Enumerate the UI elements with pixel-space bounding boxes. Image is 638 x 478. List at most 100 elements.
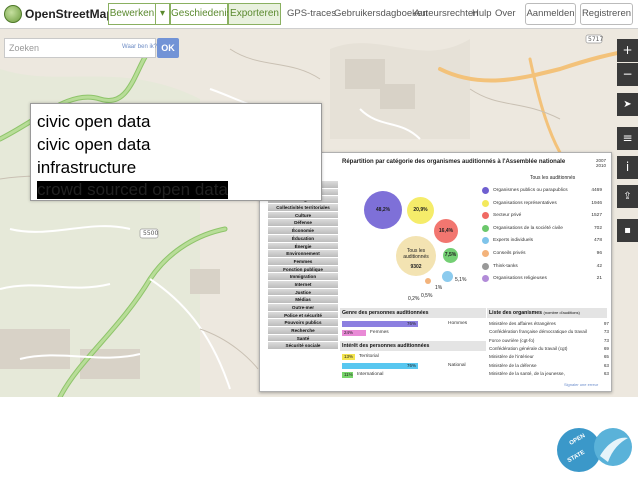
bubble-public[interactable]: 48,2% xyxy=(364,191,402,229)
legend-count: 96 xyxy=(596,251,602,256)
org-row[interactable]: Force ouvrière (cgt-fo) 73 xyxy=(489,337,609,344)
bar[interactable]: 24% xyxy=(342,330,366,336)
sidebar-item[interactable]: Pouvoirs publics xyxy=(268,319,338,328)
theme-sidebar: développementet combattantsBudgetCollect… xyxy=(268,181,338,351)
edit-button[interactable]: Bewerken xyxy=(108,3,156,25)
export-button[interactable]: Exporteren xyxy=(228,3,281,25)
bar[interactable]: 76% xyxy=(342,363,418,369)
history-button[interactable]: Geschiedenis xyxy=(170,3,232,25)
nav-gps-traces[interactable]: GPS-traces xyxy=(287,8,336,19)
sidebar-item[interactable]: Économie xyxy=(268,227,338,235)
org-row[interactable]: Ministère de la santé, de la jeunesse, 63 xyxy=(489,370,609,377)
sidebar-item[interactable]: Éducation xyxy=(268,234,338,243)
sidebar-item[interactable]: Médias xyxy=(268,296,338,304)
legend-label: Experts individuels xyxy=(493,238,533,244)
sidebar-item[interactable]: Culture xyxy=(268,211,338,220)
bubble-private[interactable]: 16,4% xyxy=(434,219,458,243)
osm-logo-icon[interactable] xyxy=(4,5,22,23)
nav-copyright[interactable]: Auteursrechten xyxy=(414,8,478,19)
sidebar-item[interactable]: Femmes xyxy=(268,257,338,266)
logo-text-open: OPEN xyxy=(568,433,587,447)
legend-dot-icon xyxy=(482,250,489,257)
bubble-total[interactable]: Tous les auditionnés 9302 xyxy=(396,236,436,276)
layers-icon[interactable]: ≡ xyxy=(617,127,638,150)
bubble-civil[interactable]: 7,5% xyxy=(443,248,458,263)
bar[interactable]: 76% xyxy=(342,321,418,327)
share-icon[interactable]: ⇪ xyxy=(617,185,638,208)
bubble-total-label: Tous les auditionnés xyxy=(403,248,429,260)
sidebar-item[interactable]: Police et sécurité xyxy=(268,311,338,320)
sidebar-item[interactable]: Recherche xyxy=(268,327,338,335)
route-label: 5500 xyxy=(143,230,159,237)
legend-count: 478 xyxy=(593,238,602,244)
sidebar-item[interactable]: Défense xyxy=(268,219,338,228)
gender-heading: Genre des personnes auditionnées xyxy=(340,308,486,318)
org-row[interactable]: Confédération française démocratique du … xyxy=(489,329,609,335)
logo-text-state: STATE xyxy=(566,449,587,465)
legend-label: Organisations de la société civile xyxy=(493,225,563,231)
sidebar-item[interactable]: Immigration xyxy=(268,273,338,281)
sidebar-item[interactable]: Internet xyxy=(268,280,338,289)
legend-dot-icon xyxy=(482,237,489,245)
bar-label: Hommes xyxy=(448,321,468,326)
sidebar-item[interactable]: Énergie xyxy=(268,242,338,251)
org-name: Ministère de la défense xyxy=(489,362,537,368)
osm-header: OpenStreetMap Bewerken ▾ Geschiedenis Ex… xyxy=(0,0,638,29)
sidebar-item[interactable]: Santé xyxy=(268,334,338,343)
legend-label: Organisations religieuses xyxy=(493,276,547,282)
org-count: 73 xyxy=(603,329,609,335)
sidebar-item[interactable]: Collectivités territoriales xyxy=(268,204,338,212)
bar-percent: 76% xyxy=(406,321,416,326)
legend-dot-icon xyxy=(482,224,489,232)
legend-dot-icon xyxy=(482,262,489,270)
caption-line-1: civic open data xyxy=(37,112,151,131)
zoom-out-icon[interactable]: − xyxy=(617,63,638,86)
org-name: Ministère des affaires étrangères xyxy=(489,321,556,326)
bubble-experts[interactable] xyxy=(442,271,453,282)
caption-line-2: civic open data xyxy=(37,135,151,154)
edit-dropdown-button[interactable]: ▾ xyxy=(156,3,170,25)
login-button[interactable]: Aanmelden xyxy=(525,3,576,25)
note-icon[interactable]: ▪ xyxy=(617,219,638,242)
bubble-total-value: 9302 xyxy=(410,264,422,270)
info-icon[interactable]: i xyxy=(617,156,638,179)
legend-count: 21 xyxy=(596,276,602,282)
org-name: Force ouvrière (cgt-fo) xyxy=(489,337,535,343)
org-row[interactable]: Confédération générale du travail (cgt) 6… xyxy=(489,346,609,352)
bubble-councils-label: 1% xyxy=(435,285,443,291)
sidebar-item[interactable]: Sécurité sociale xyxy=(268,342,338,351)
nav-about[interactable]: Over xyxy=(495,8,516,19)
locate-icon[interactable]: ➤ xyxy=(617,93,638,116)
legend-title: Tous les auditionnés xyxy=(530,175,576,181)
bar[interactable]: 11% xyxy=(342,372,353,378)
bubble-thinktank-label: 0,5% xyxy=(421,293,433,299)
open-state-logo-mark xyxy=(594,428,632,466)
sidebar-item[interactable]: Justice xyxy=(268,288,338,297)
org-name: Ministère de la santé, de la jeunesse, xyxy=(489,370,565,376)
where-am-i-link[interactable]: Waar ben ik? xyxy=(122,44,157,50)
org-row[interactable]: Ministère des affaires étrangères 97 xyxy=(489,321,609,327)
org-name: Confédération française démocratique du … xyxy=(489,329,587,335)
org-count: 97 xyxy=(603,321,609,326)
sidebar-item[interactable]: Fonction publique xyxy=(268,265,338,274)
legend-count: 702 xyxy=(593,225,602,231)
org-row[interactable]: Ministère de l'intérieur 65 xyxy=(489,354,609,360)
register-button[interactable]: Registreren xyxy=(580,3,633,25)
bubble-councils[interactable] xyxy=(425,278,431,284)
caption-line-4: crowd sourced open data xyxy=(37,180,228,199)
sidebar-item[interactable]: Outre-mer xyxy=(268,304,338,312)
nav-help[interactable]: Hulp xyxy=(472,8,492,19)
bar-label: National xyxy=(448,363,466,368)
brand-name[interactable]: OpenStreetMap xyxy=(25,7,114,21)
bubble-representative[interactable]: 20,9% xyxy=(407,197,434,224)
zoom-in-icon[interactable]: + xyxy=(617,39,638,62)
bar-percent: 11% xyxy=(344,372,353,377)
bar[interactable]: 13% xyxy=(342,354,355,360)
search-ok-button[interactable]: OK xyxy=(157,38,179,58)
assemblee-title: Répartition par catégorie des organismes… xyxy=(342,159,566,165)
org-row[interactable]: Ministère de la défense 63 xyxy=(489,362,609,369)
legend-count: 4469 xyxy=(591,188,602,193)
sidebar-item[interactable]: Environnement xyxy=(268,250,338,258)
chevron-down-icon: ▾ xyxy=(159,8,166,19)
report-error-link[interactable]: Signaler une erreur xyxy=(564,382,598,387)
